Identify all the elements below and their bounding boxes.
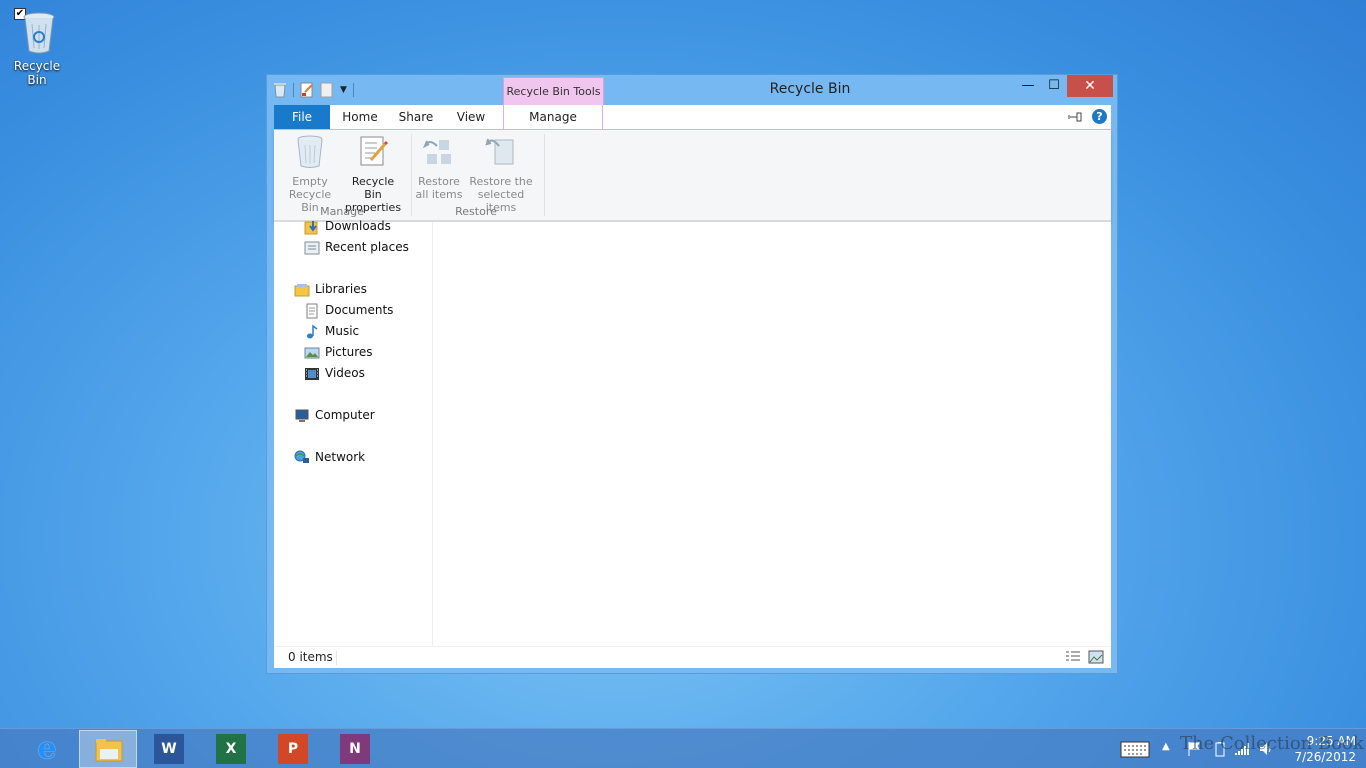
tab-view[interactable]: View xyxy=(450,105,492,129)
pin-ribbon-icon[interactable] xyxy=(1068,109,1084,125)
taskbar-excel[interactable]: X xyxy=(202,730,260,768)
close-button[interactable]: ✕ xyxy=(1067,75,1113,97)
minimize-button[interactable]: — xyxy=(1015,75,1041,97)
desktop-icon-recycle-bin[interactable]: ✔ Recycle Bin xyxy=(4,4,70,87)
nav-item-computer[interactable]: Computer xyxy=(294,405,375,425)
explorer-window: ▼ Recycle Bin Tools Recycle Bin — ☐ ✕ Fi… xyxy=(266,74,1118,674)
nav-item-documents[interactable]: Documents xyxy=(304,300,393,320)
restore-all-items-icon xyxy=(422,140,451,164)
recycle-bin-small-icon xyxy=(274,83,286,98)
new-folder-icon[interactable] xyxy=(320,82,334,98)
tab-share[interactable]: Share xyxy=(394,105,438,129)
taskbar: e W X P N ▲ 9:25 AM 7/26/2012 xyxy=(0,728,1366,768)
pictures-icon xyxy=(304,347,320,358)
restore-selected-items-button[interactable]: Restore the selected items xyxy=(464,134,538,214)
nav-item-network[interactable]: Network xyxy=(294,447,365,467)
help-button[interactable]: ? xyxy=(1092,109,1107,124)
restore-selected-items-icon xyxy=(485,138,514,165)
recycle-bin-icon xyxy=(23,12,55,54)
item-count: 0 items xyxy=(288,650,333,664)
touch-keyboard-icon[interactable] xyxy=(1120,739,1150,759)
downloads-folder-icon xyxy=(304,220,318,234)
videos-icon xyxy=(305,367,319,380)
word-icon: W xyxy=(154,734,184,764)
nav-item-music[interactable]: Music xyxy=(304,321,359,341)
file-explorer-icon xyxy=(95,739,123,762)
qat-separator xyxy=(352,83,354,97)
ribbon-group-separator xyxy=(544,134,545,216)
nav-item-label: Downloads xyxy=(325,219,391,233)
taskbar-powerpoint[interactable]: P xyxy=(264,730,322,768)
taskbar-word[interactable]: W xyxy=(140,730,198,768)
desktop-icon-label: Recycle Bin xyxy=(13,59,61,87)
nav-item-label: Network xyxy=(315,450,366,464)
taskbar-file-explorer[interactable] xyxy=(79,730,137,768)
libraries-icon xyxy=(294,283,310,296)
content-area: Downloads Recent places Libraries Docume… xyxy=(274,219,1111,646)
nav-item-videos[interactable]: Videos xyxy=(304,363,365,383)
ribbon-group-separator xyxy=(411,134,412,216)
music-icon xyxy=(307,324,318,338)
restore-all-items-label: Restore all items xyxy=(415,175,463,201)
ribbon-manage-panel: Empty Recycle Bin Recycle Bin properties… xyxy=(274,130,1111,222)
nav-item-label: Libraries xyxy=(315,282,367,296)
onenote-icon: N xyxy=(340,734,370,764)
details-view-icon[interactable] xyxy=(1065,650,1081,664)
restore-all-items-button[interactable]: Restore all items xyxy=(414,134,464,201)
navigation-pane[interactable]: Downloads Recent places Libraries Docume… xyxy=(274,219,433,646)
empty-recycle-bin-icon xyxy=(297,135,323,168)
recycle-bin-tools-header: Recycle Bin Tools xyxy=(503,77,604,105)
nav-item-label: Videos xyxy=(325,366,365,380)
maximize-button[interactable]: ☐ xyxy=(1041,75,1067,97)
documents-icon xyxy=(306,303,318,318)
nav-item-label: Recent places xyxy=(325,240,409,254)
quick-access-toolbar: ▼ xyxy=(273,81,354,99)
nav-item-label: Computer xyxy=(315,408,375,422)
restore-group-label: Restore xyxy=(455,205,497,218)
network-icon xyxy=(294,450,309,463)
nav-item-downloads[interactable]: Downloads xyxy=(304,216,391,236)
computer-icon xyxy=(295,409,309,422)
watermark-text: The Collection Book xyxy=(1180,733,1364,754)
empty-recycle-bin-button[interactable]: Empty Recycle Bin xyxy=(280,134,340,214)
powerpoint-icon: P xyxy=(278,734,308,764)
window-title: Recycle Bin xyxy=(769,81,851,97)
internet-explorer-icon: e xyxy=(37,731,57,766)
show-hidden-icons-chevron-icon[interactable]: ▲ xyxy=(1162,741,1178,757)
status-divider xyxy=(336,651,337,665)
recycle-bin-properties-button[interactable]: Recycle Bin properties xyxy=(342,134,404,214)
properties-icon[interactable] xyxy=(300,82,314,98)
nav-item-pictures[interactable]: Pictures xyxy=(304,342,373,362)
nav-item-libraries[interactable]: Libraries xyxy=(294,279,367,299)
nav-item-label: Pictures xyxy=(325,345,373,359)
status-bar: 0 items xyxy=(274,646,1111,668)
large-icons-view-icon[interactable] xyxy=(1088,650,1104,664)
tab-manage[interactable]: Manage xyxy=(503,105,603,129)
customize-qat-chevron-icon[interactable]: ▼ xyxy=(340,85,347,95)
qat-separator xyxy=(293,83,294,97)
title-bar[interactable]: ▼ Recycle Bin Tools Recycle Bin — ☐ ✕ xyxy=(267,75,1117,105)
taskbar-onenote[interactable]: N xyxy=(326,730,384,768)
nav-item-label: Documents xyxy=(325,303,394,317)
recycle-bin-properties-icon xyxy=(360,136,389,166)
nav-item-label: Music xyxy=(325,324,360,338)
tab-file[interactable]: File xyxy=(274,105,330,129)
ribbon-tab-row: File Home Share View Manage ? xyxy=(274,105,1111,130)
tab-home[interactable]: Home xyxy=(336,105,384,129)
taskbar-internet-explorer[interactable]: e xyxy=(18,730,76,768)
excel-icon: X xyxy=(216,734,246,764)
recent-places-icon xyxy=(304,241,320,254)
nav-item-recent-places[interactable]: Recent places xyxy=(304,237,409,257)
